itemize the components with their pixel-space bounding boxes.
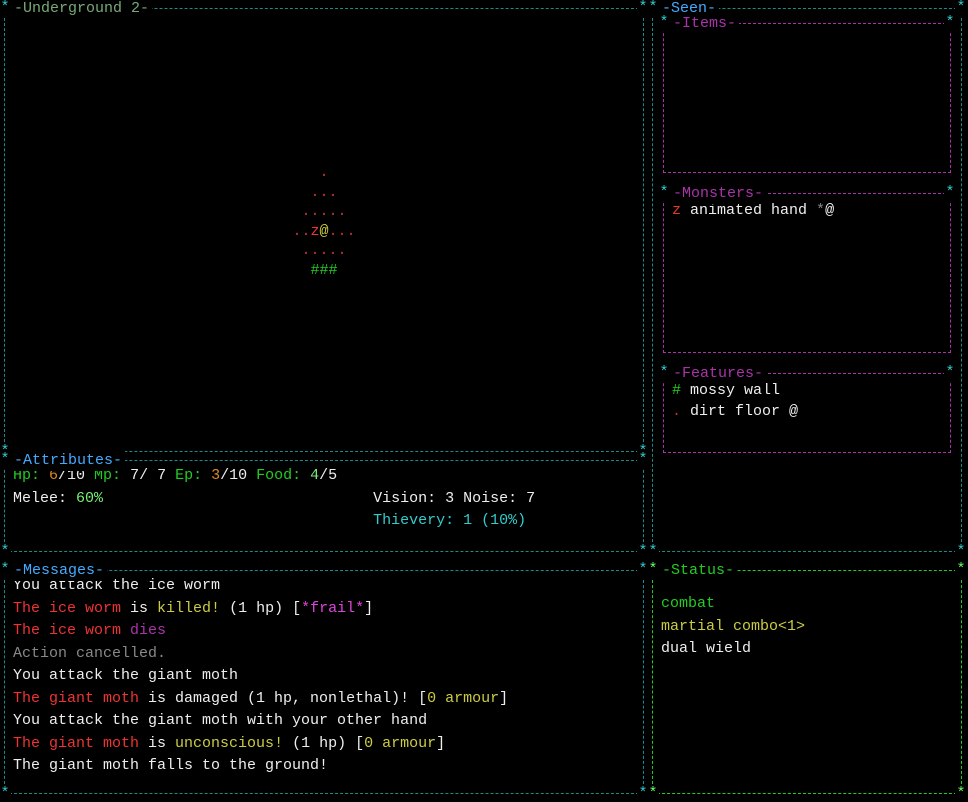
- corner-star-icon: *: [944, 15, 956, 31]
- seen-panel: -Seen- * * * * -Items- * * -Monsters- * …: [652, 8, 962, 552]
- monsters-panel: -Monsters- * * z animated hand *@: [663, 193, 951, 353]
- status-list: combatmartial combo<1>dual wield: [661, 575, 953, 661]
- messages-panel: -Messages- * * * * You attack the ice wo…: [4, 570, 644, 794]
- status-line: martial combo<1>: [661, 616, 953, 639]
- corner-star-icon: *: [955, 0, 967, 16]
- message-line: Action cancelled.: [13, 643, 635, 666]
- corner-star-icon: *: [944, 185, 956, 201]
- map-row: ...: [13, 183, 635, 203]
- status-panel: -Status- * * * * combatmartial combo<1>d…: [652, 570, 962, 794]
- items-panel: -Items- * *: [663, 23, 951, 173]
- corner-star-icon: *: [647, 562, 659, 578]
- corner-star-icon: *: [955, 544, 967, 560]
- features-list: # mossy wall. dirt floor @: [672, 380, 942, 422]
- items-title: -Items-: [670, 13, 739, 34]
- corner-star-icon: *: [944, 365, 956, 381]
- map-panel[interactable]: -Underground 2- * * * * ...........z@...…: [4, 8, 644, 452]
- message-line: The giant moth falls to the ground!: [13, 755, 635, 778]
- features-title: -Features-: [670, 363, 766, 384]
- corner-star-icon: *: [637, 452, 649, 468]
- status-title: -Status-: [659, 560, 737, 581]
- message-line: The giant moth is unconscious! (1 hp) [0…: [13, 733, 635, 756]
- message-line: The ice worm dies: [13, 620, 635, 643]
- messages-title: -Messages-: [11, 560, 107, 581]
- messages-list: You attack the ice wormThe ice worm is k…: [13, 575, 635, 778]
- corner-star-icon: *: [0, 544, 11, 560]
- message-line: You attack the giant moth: [13, 665, 635, 688]
- corner-star-icon: *: [0, 562, 11, 578]
- message-line: The ice worm is killed! (1 hp) [*frail*]: [13, 598, 635, 621]
- corner-star-icon: *: [658, 15, 670, 31]
- feature-entry: . dirt floor @: [672, 401, 942, 422]
- message-line: The giant moth is damaged (1 hp, nonleth…: [13, 688, 635, 711]
- corner-star-icon: *: [0, 452, 11, 468]
- attributes-panel: -Attributes- * * * * Hp: 6/10 Mp: 7/ 7 E…: [4, 460, 644, 552]
- features-panel: -Features- * * # mossy wall. dirt floor …: [663, 373, 951, 453]
- status-line: combat: [661, 593, 953, 616]
- map-title: -Underground 2-: [11, 0, 152, 19]
- map-row: .....: [13, 241, 635, 261]
- map-row: ###: [13, 261, 635, 281]
- corner-star-icon: *: [955, 562, 967, 578]
- corner-star-icon: *: [637, 544, 649, 560]
- corner-star-icon: *: [658, 185, 670, 201]
- corner-star-icon: *: [658, 365, 670, 381]
- monsters-title: -Monsters-: [670, 183, 766, 204]
- map-grid: ...........z@........###: [13, 163, 635, 280]
- map-row: .....: [13, 202, 635, 222]
- corner-star-icon: *: [0, 0, 11, 16]
- attributes-title: -Attributes-: [11, 450, 125, 471]
- map-row: ..z@...: [13, 222, 635, 242]
- corner-star-icon: *: [647, 0, 659, 16]
- attributes-body: Hp: 6/10 Mp: 7/ 7 Ep: 3/10 Food: 4/5 Mel…: [13, 465, 635, 533]
- map-row: .: [13, 163, 635, 183]
- status-line: dual wield: [661, 638, 953, 661]
- message-line: You attack the giant moth with your othe…: [13, 710, 635, 733]
